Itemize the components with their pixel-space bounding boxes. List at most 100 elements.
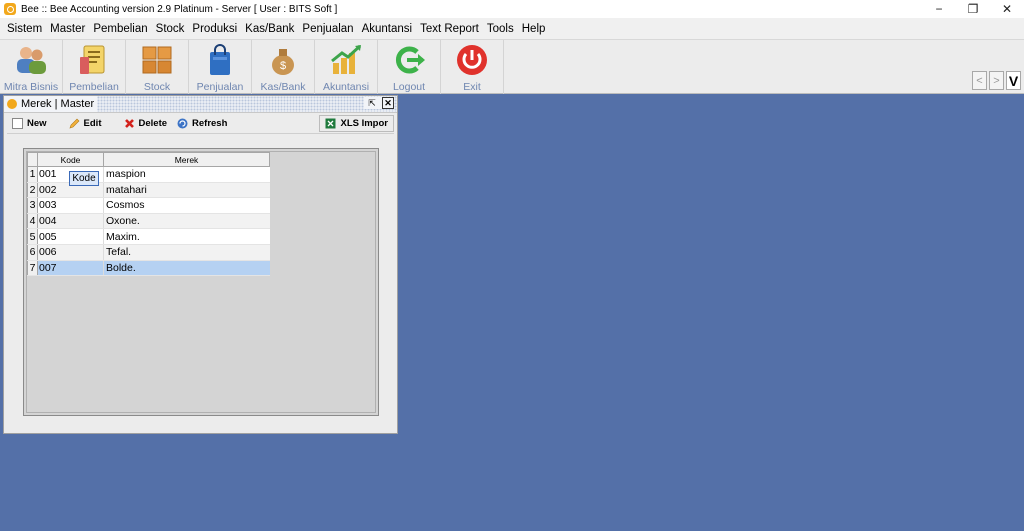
next-button[interactable]: > <box>989 71 1004 90</box>
new-button[interactable]: New <box>7 115 52 133</box>
table-row[interactable]: 5 005 Maxim. <box>27 228 270 245</box>
toolbar-label: Exit <box>463 81 481 93</box>
toolbar-penjualan-button[interactable]: Penjualan <box>189 40 252 94</box>
column-tooltip: Kode <box>69 171 99 186</box>
toolbar-exit-button[interactable]: Exit <box>441 40 504 94</box>
menu-master[interactable]: Master <box>46 23 89 35</box>
toolbar-mitra-bisnis-button[interactable]: Mitra Bisnis <box>0 40 63 94</box>
menu-sistem[interactable]: Sistem <box>3 23 46 35</box>
menu-help[interactable]: Help <box>518 23 550 35</box>
table-header: Kode Merek <box>27 152 270 167</box>
logout-icon <box>396 46 425 74</box>
accounting-chart-icon <box>331 44 362 74</box>
child-window-title: Merek | Master <box>21 98 95 110</box>
minimize-button[interactable]: − <box>922 0 956 18</box>
child-title-bar[interactable]: Merek | Master ⇱ ✕ <box>4 96 397 113</box>
window-icon <box>7 99 17 109</box>
table-row[interactable]: 6 006 Tefal. <box>27 243 270 261</box>
kode-cell[interactable]: 006 <box>37 244 104 261</box>
toolbar-stock-button[interactable]: Stock <box>126 40 189 94</box>
menu-stock[interactable]: Stock <box>152 23 189 35</box>
row-number-header <box>27 152 38 167</box>
row-number: 7 <box>27 259 38 277</box>
svg-text:$: $ <box>280 60 286 72</box>
shopping-bag-icon <box>210 44 230 75</box>
excel-icon <box>325 118 336 129</box>
toolbar-label: Mitra Bisnis <box>3 81 59 93</box>
grid-panel: Kode Merek 1 001 maspion 2 002 matahari <box>23 148 379 416</box>
row-number: 4 <box>27 212 38 230</box>
toolbar-label: Penjualan <box>196 81 244 93</box>
merek-cell[interactable]: maspion <box>103 166 270 183</box>
merek-master-window: Merek | Master ⇱ ✕ New Edit Delete Refre… <box>3 95 398 434</box>
table-row[interactable]: 1 001 maspion <box>27 166 270 183</box>
toolbar-label: Pembelian <box>69 81 119 93</box>
toolbar-label: Stock <box>143 81 171 93</box>
merek-grid[interactable]: Kode Merek 1 001 maspion 2 002 matahari <box>26 151 376 413</box>
column-header-kode[interactable]: Kode <box>37 152 104 167</box>
toolbar-kas-bank-button[interactable]: $ Kas/Bank <box>252 40 315 94</box>
toolbar-logout-button[interactable]: Logout <box>378 40 441 94</box>
toolbar-akuntansi-button[interactable]: Akuntansi <box>315 40 378 94</box>
restore-icon[interactable]: ⇱ <box>366 97 378 109</box>
purchase-icon <box>80 45 105 74</box>
stock-boxes-icon <box>142 46 172 74</box>
title-bar: Bee :: Bee Accounting version 2.9 Platin… <box>0 0 1024 18</box>
window-title: Bee :: Bee Accounting version 2.9 Platin… <box>21 3 338 15</box>
close-button[interactable]: ✕ <box>990 0 1024 18</box>
new-document-icon <box>12 118 23 129</box>
menu-kas-bank[interactable]: Kas/Bank <box>241 23 298 35</box>
menu-penjualan[interactable]: Penjualan <box>298 23 357 35</box>
merek-cell[interactable]: Bolde. <box>103 260 270 277</box>
window-controls: − ❐ ✕ <box>922 0 1024 18</box>
edit-button[interactable]: Edit <box>64 115 107 133</box>
row-number: 6 <box>27 243 38 261</box>
row-number: 2 <box>27 181 38 199</box>
kode-cell[interactable]: 007 <box>37 260 104 277</box>
delete-x-icon <box>124 119 134 128</box>
toolbar-label: Akuntansi <box>322 81 370 93</box>
merek-cell[interactable]: Tefal. <box>103 244 270 261</box>
xls-import-button[interactable]: XLS Impor <box>319 115 394 132</box>
toolbar-label: Kas/Bank <box>260 81 306 93</box>
table-row[interactable]: 2 002 matahari <box>27 181 270 199</box>
refresh-button[interactable]: Refresh <box>172 115 232 133</box>
refresh-icon <box>177 118 188 129</box>
row-number: 1 <box>27 166 38 183</box>
row-number: 3 <box>27 197 38 214</box>
merek-cell[interactable]: Oxone. <box>103 213 270 230</box>
menu-pembelian[interactable]: Pembelian <box>89 23 151 35</box>
app-logo-icon <box>4 3 16 15</box>
toolbar-nav: < > V <box>972 71 1021 90</box>
menu-produksi[interactable]: Produksi <box>188 23 241 35</box>
menu-tools[interactable]: Tools <box>483 23 518 35</box>
child-toolbar: New Edit Delete Refresh XLS Impor <box>7 114 394 134</box>
maximize-button[interactable]: ❐ <box>956 0 990 18</box>
menu-bar: Sistem Master Pembelian Stock Produksi K… <box>0 18 1024 39</box>
column-header-merek[interactable]: Merek <box>103 152 270 167</box>
table-row[interactable]: 4 004 Oxone. <box>27 212 270 230</box>
toolbar-pembelian-button[interactable]: Pembelian <box>63 40 126 94</box>
partners-icon <box>17 47 46 74</box>
merek-cell[interactable]: Maxim. <box>103 228 270 245</box>
edit-pencil-icon <box>69 118 79 129</box>
kode-cell[interactable]: 004 <box>37 213 104 230</box>
kode-cell[interactable]: 005 <box>37 228 104 245</box>
toolbar-label: Logout <box>392 81 426 93</box>
power-icon <box>457 45 487 75</box>
main-toolbar: Mitra Bisnis Pembelian Stock Penjualan $… <box>0 39 1024 94</box>
row-number: 5 <box>27 228 38 245</box>
prev-button[interactable]: < <box>972 71 987 90</box>
close-icon[interactable]: ✕ <box>382 97 394 109</box>
menu-akuntansi[interactable]: Akuntansi <box>358 23 417 35</box>
merek-cell[interactable]: matahari <box>103 182 270 199</box>
merek-cell[interactable]: Cosmos <box>103 197 270 214</box>
table-row[interactable]: 3 003 Cosmos <box>27 197 270 214</box>
money-bag-icon: $ <box>272 49 294 75</box>
merek-table: Kode Merek 1 001 maspion 2 002 matahari <box>27 152 270 277</box>
menu-text-report[interactable]: Text Report <box>416 23 483 35</box>
table-row-selected[interactable]: 7 007 Bolde. <box>27 259 270 277</box>
delete-button[interactable]: Delete <box>119 115 173 133</box>
kode-cell[interactable]: 003 <box>37 197 104 214</box>
v-button[interactable]: V <box>1006 71 1021 90</box>
